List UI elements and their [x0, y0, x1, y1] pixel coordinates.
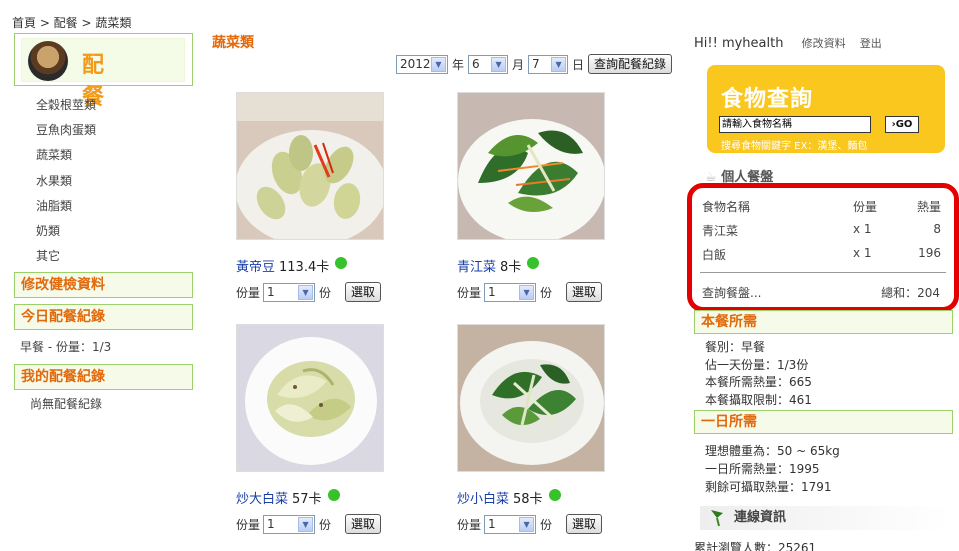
select-button[interactable]: 選取 — [566, 282, 603, 302]
category-list: 全穀根莖類 豆魚肉蛋類 蔬菜類 水果類 油脂類 奶類 其它 — [36, 96, 96, 272]
remaining-kcal: 剩餘可攝取熱量：1791 — [705, 480, 832, 494]
category-protein[interactable]: 豆魚肉蛋類 — [36, 121, 96, 146]
food-card: 黃帝豆 113.4卡 份量 1 ▼ 份 選取 — [236, 92, 436, 302]
select-button[interactable]: 選取 — [566, 514, 603, 534]
logout-link[interactable]: 登出 — [860, 37, 882, 50]
year-select[interactable]: 2012 ▼ — [396, 54, 448, 74]
page-title: 蔬菜類 — [212, 35, 254, 51]
chevron-down-icon: ▼ — [298, 284, 314, 300]
meal-plate-panel: 食物名稱 份量 熱量 青江菜 x 1 8 白飯 x 1 196 查詢餐盤... … — [687, 183, 959, 312]
meal-table-row: 白飯 x 1 196 — [702, 246, 941, 262]
select-button[interactable]: 選取 — [345, 282, 382, 302]
food-name-link[interactable]: 炒小白菜 — [457, 488, 509, 507]
food-card: 青江菜 8卡 份量 1 ▼ 份 選取 — [457, 92, 657, 302]
status-dot-icon — [335, 256, 348, 269]
chevron-down-icon: ▼ — [431, 56, 446, 72]
connection-heading: 連線資訊 — [700, 506, 950, 530]
user-greeting-bar: Hi!! myhealth 修改資料 登出 — [694, 35, 882, 51]
today-log-link[interactable]: 今日配餐紀錄 — [14, 304, 193, 330]
food-card: 炒大白菜 57卡 份量 1 ▼ 份 選取 — [236, 324, 436, 534]
qty-unit: 份 — [540, 517, 553, 532]
meal-type: 餐別：早餐 — [705, 340, 766, 354]
year-unit: 年 — [452, 57, 465, 72]
food-bowl-icon — [28, 41, 68, 81]
today-log-detail: 早餐 - 份量：1/3 — [20, 340, 112, 354]
pin-icon — [711, 510, 723, 527]
food-card: 炒小白菜 58卡 份量 1 ▼ 份 選取 — [457, 324, 657, 534]
food-name-link[interactable]: 炒大白菜 — [236, 488, 288, 507]
breadcrumb: 首頁 > 配餐 > 蔬菜類 — [12, 16, 132, 30]
day-portion: 佔一天份量：1/3份 — [705, 358, 809, 372]
meal-table-row: 青江菜 x 1 8 — [702, 222, 941, 238]
food-kcal: 57卡 — [292, 492, 322, 507]
edit-profile-link[interactable]: 修改資料 — [802, 37, 846, 50]
day-kcal: 一日所需熱量：1995 — [705, 462, 820, 476]
food-name-link[interactable]: 青江菜 — [457, 256, 496, 275]
section-logo: 配 餐 — [14, 33, 193, 110]
qty-select[interactable]: 1 ▼ — [263, 282, 316, 302]
qty-label: 份量 — [236, 517, 261, 532]
search-go-button[interactable]: ›GO — [885, 116, 919, 133]
qty-label: 份量 — [236, 285, 261, 300]
day-select[interactable]: 7 ▼ — [528, 54, 569, 74]
query-plate-link[interactable]: 查詢餐盤... — [702, 284, 761, 301]
status-dot-icon — [548, 488, 561, 501]
day-unit: 日 — [572, 57, 585, 72]
category-grains[interactable]: 全穀根莖類 — [36, 96, 96, 121]
food-photo[interactable] — [457, 324, 605, 472]
category-fruit[interactable]: 水果類 — [36, 172, 96, 197]
qty-select[interactable]: 1 ▼ — [484, 514, 537, 534]
meal-needs-heading: 本餐所需 — [694, 310, 953, 334]
meal-table-header: 食物名稱 份量 熱量 — [702, 200, 941, 214]
category-fats[interactable]: 油脂類 — [36, 197, 96, 222]
food-photo[interactable] — [236, 324, 384, 472]
ideal-weight: 理想體重為：50 ~ 65kg — [705, 444, 840, 458]
status-dot-icon — [327, 488, 340, 501]
category-other[interactable]: 其它 — [36, 247, 96, 272]
visit-count: 累計瀏覽人數：25261 — [694, 541, 817, 551]
chevron-down-icon: ▼ — [551, 56, 567, 72]
chevron-down-icon: ▼ — [298, 516, 314, 532]
search-title: 食物查詢 — [721, 87, 814, 112]
month-select[interactable]: 6 ▼ — [468, 54, 509, 74]
food-photo[interactable] — [457, 92, 605, 240]
edit-health-link[interactable]: 修改健檢資料 — [14, 272, 193, 298]
food-search-input[interactable]: 請輸入食物名稱 — [719, 116, 871, 133]
chevron-down-icon: ▼ — [491, 56, 507, 72]
divider — [700, 272, 946, 273]
greeting-text: Hi!! myhealth — [694, 36, 784, 51]
category-vegetables[interactable]: 蔬菜類 — [36, 146, 96, 171]
chevron-down-icon: ▼ — [519, 516, 535, 532]
date-selector: 2012 ▼ 年 6 ▼ 月 7 ▼ 日 查詢配餐紀錄 — [396, 54, 673, 74]
food-photo[interactable] — [236, 92, 384, 240]
search-hint: 搜尋食物關鍵字 EX：漢堡、麵包 — [721, 141, 868, 152]
qty-unit: 份 — [319, 285, 332, 300]
food-kcal: 8卡 — [500, 260, 522, 275]
meal-total: 總和：204 — [881, 286, 940, 300]
logo-text: 配 餐 — [82, 52, 133, 110]
chevron-down-icon: ▼ — [519, 284, 535, 300]
qty-label: 份量 — [457, 517, 482, 532]
select-button[interactable]: 選取 — [345, 514, 382, 534]
qty-label: 份量 — [457, 285, 482, 300]
food-name-link[interactable]: 黃帝豆 — [236, 256, 275, 275]
qty-unit: 份 — [540, 285, 553, 300]
qty-select[interactable]: 1 ▼ — [484, 282, 537, 302]
food-search-panel: 食物查詢 請輸入食物名稱 ›GO 搜尋食物關鍵字 EX：漢堡、麵包 — [707, 65, 945, 153]
month-unit: 月 — [512, 57, 525, 72]
query-log-button[interactable]: 查詢配餐紀錄 — [588, 54, 673, 74]
qty-unit: 份 — [319, 517, 332, 532]
status-dot-icon — [527, 256, 540, 269]
my-log-empty: 尚無配餐紀錄 — [30, 397, 103, 411]
day-needs-heading: 一日所需 — [694, 410, 953, 434]
category-dairy[interactable]: 奶類 — [36, 222, 96, 247]
food-kcal: 58卡 — [513, 492, 543, 507]
meal-kcal: 本餐所需熱量：665 — [705, 375, 812, 389]
my-log-link[interactable]: 我的配餐紀錄 — [14, 364, 193, 390]
meal-limit: 本餐攝取限制：461 — [705, 393, 812, 407]
food-kcal: 113.4卡 — [279, 260, 330, 275]
qty-select[interactable]: 1 ▼ — [263, 514, 316, 534]
